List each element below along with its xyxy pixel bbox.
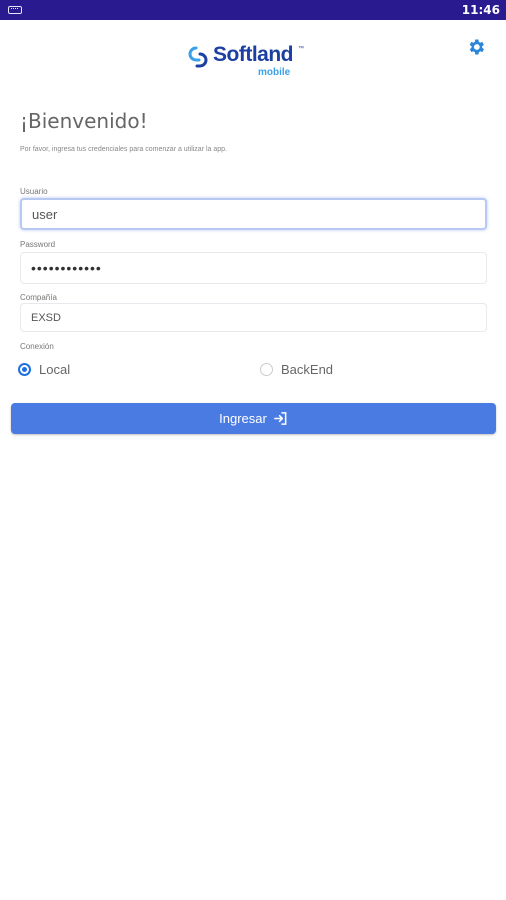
user-input[interactable]: user [20,198,487,230]
login-button-label: Ingresar [219,411,267,426]
radio-local[interactable]: Local [18,362,70,377]
radio-backend-label: BackEnd [281,362,334,377]
password-input-value: •••••••••••• [31,260,102,276]
brand-name: Softland [213,43,294,66]
gear-icon[interactable] [466,37,486,57]
radio-backend-indicator [260,363,273,376]
password-input[interactable]: •••••••••••• [20,252,487,284]
softland-logo: Softland ™ mobile [186,42,306,82]
softland-link-icon [188,46,208,68]
company-input[interactable]: EXSD [20,303,487,332]
trademark: ™ [298,46,304,52]
brand-subtitle: mobile [258,67,291,78]
status-time: 11:46 [461,3,500,17]
status-bar: 11:46 [0,0,506,20]
user-input-value: user [32,206,58,222]
login-icon [273,412,287,425]
radio-local-label: Local [39,362,71,377]
radio-backend[interactable]: BackEnd [260,362,333,377]
instructions-text: Por favor, ingresa tus credenciales para… [20,146,227,153]
connection-label: Conexión [20,342,54,351]
company-input-value: EXSD [31,311,61,324]
password-label: Password [20,240,56,249]
user-label: Usuario [20,187,48,196]
welcome-title: ¡Bienvenido! [20,109,148,133]
login-button[interactable]: Ingresar [11,403,496,434]
company-label: Compañía [20,293,57,302]
radio-local-indicator [18,363,31,376]
keyboard-icon [8,6,22,14]
